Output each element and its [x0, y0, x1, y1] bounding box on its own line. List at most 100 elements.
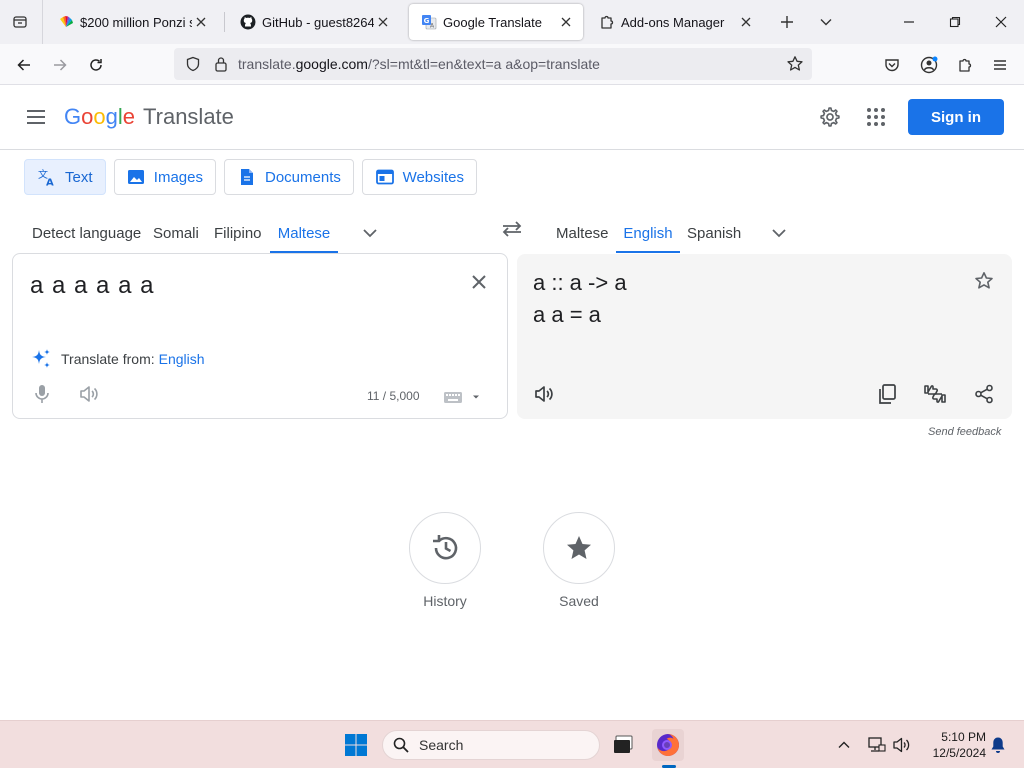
- chevron-down-icon: [772, 229, 786, 238]
- tab-overflow-button[interactable]: [812, 8, 840, 36]
- more-source-languages-button[interactable]: [354, 217, 386, 249]
- forward-button[interactable]: [45, 50, 75, 80]
- reload-icon: [90, 59, 102, 71]
- source-lang-maltese[interactable]: Maltese: [270, 213, 338, 253]
- source-lang-detect[interactable]: Detect language: [24, 213, 149, 253]
- settings-button[interactable]: [814, 101, 846, 133]
- google-translate-logo[interactable]: Google Translate: [64, 104, 234, 130]
- url-text[interactable]: translate.google.com/?sl=mt&tl=en&text=a…: [238, 56, 600, 72]
- extensions-button[interactable]: [950, 50, 980, 80]
- tab-ponzi[interactable]: $200 million Ponzi sche: [46, 4, 218, 40]
- close-tab-icon[interactable]: [192, 13, 210, 31]
- address-bar[interactable]: translate.google.com/?sl=mt&tl=en&text=a…: [174, 48, 812, 80]
- app-menu-button[interactable]: [985, 50, 1015, 80]
- source-text-input[interactable]: a a a a a a: [30, 272, 154, 300]
- show-hidden-icons-button[interactable]: [830, 729, 858, 761]
- tab-github[interactable]: GitHub - guest82644/s: [228, 4, 400, 40]
- search-icon: [393, 736, 411, 754]
- search-placeholder: Search: [419, 737, 464, 753]
- clear-source-button[interactable]: [467, 270, 491, 294]
- clock-date: 12/5/2024: [932, 746, 986, 760]
- mode-documents[interactable]: Documents: [224, 159, 354, 195]
- close-window-button[interactable]: [978, 0, 1024, 44]
- listen-source-button[interactable]: [77, 382, 101, 406]
- network-button[interactable]: [862, 729, 890, 761]
- listen-translation-button[interactable]: [532, 382, 556, 406]
- close-tab-icon[interactable]: [557, 13, 575, 31]
- mode-websites[interactable]: Websites: [362, 159, 477, 195]
- target-lang-maltese[interactable]: Maltese: [548, 213, 617, 253]
- arrow-right-icon: [54, 59, 67, 71]
- sign-in-button[interactable]: Sign in: [908, 99, 1004, 135]
- list-all-tabs-button[interactable]: [6, 8, 34, 36]
- close-tab-icon[interactable]: [374, 13, 392, 31]
- main-menu-button[interactable]: [20, 101, 52, 133]
- tab-title: Add-ons Manager: [621, 14, 725, 30]
- logo-letter: o: [93, 104, 106, 129]
- volume-button[interactable]: [888, 729, 916, 761]
- back-button[interactable]: [9, 50, 39, 80]
- new-tab-button[interactable]: [773, 8, 801, 36]
- notifications-button[interactable]: [986, 729, 1010, 761]
- logo-letter: o: [81, 104, 94, 129]
- hamburger-icon: [994, 60, 1006, 70]
- share-translation-button[interactable]: [972, 382, 996, 406]
- source-lang-filipino[interactable]: Filipino: [206, 213, 270, 253]
- close-tab-icon[interactable]: [737, 13, 755, 31]
- firefox-icon: [657, 734, 679, 756]
- taskbar-search-box[interactable]: Search: [382, 730, 600, 760]
- tab-list-icon: [13, 16, 27, 28]
- account-button[interactable]: [914, 50, 944, 80]
- logo-letter: g: [105, 104, 118, 129]
- system-clock[interactable]: 5:10 PM 12/5/2024: [918, 729, 986, 761]
- mode-label: Text: [65, 168, 93, 186]
- save-translation-button[interactable]: [972, 269, 996, 293]
- saved-button[interactable]: [543, 512, 615, 584]
- mode-label: Websites: [402, 168, 464, 186]
- browser-tab-bar: $200 million Ponzi sche GitHub - guest82…: [0, 0, 1024, 44]
- lock-icon[interactable]: [212, 55, 230, 73]
- rate-translation-button[interactable]: [923, 382, 947, 406]
- send-feedback-link[interactable]: Send feedback: [928, 426, 1001, 438]
- tab-google-translate[interactable]: G A Google Translate: [409, 4, 583, 40]
- hamburger-icon: [27, 110, 45, 124]
- source-lang-somali[interactable]: Somali: [145, 213, 207, 253]
- minimize-button[interactable]: [886, 0, 932, 44]
- mode-images[interactable]: Images: [114, 159, 216, 195]
- input-tools-button[interactable]: [443, 388, 487, 406]
- chevron-down-icon: [820, 19, 832, 26]
- product-name: Translate: [143, 104, 234, 129]
- firefox-taskbar-button[interactable]: [652, 729, 684, 761]
- keyboard-icon: [444, 392, 479, 403]
- tracking-protection-icon[interactable]: [184, 55, 202, 73]
- target-lang-english[interactable]: English: [616, 213, 680, 253]
- google-translate-icon: G A: [421, 14, 437, 30]
- translate-from-language-link[interactable]: English: [159, 351, 205, 367]
- tab-addons-manager[interactable]: Add-ons Manager: [587, 4, 763, 40]
- mode-text[interactable]: 文A Text: [24, 159, 106, 195]
- logo-letter: G: [64, 104, 82, 129]
- bookmark-star-icon[interactable]: [786, 55, 804, 73]
- start-button[interactable]: [340, 729, 372, 761]
- bell-icon: [991, 737, 1005, 753]
- history-button[interactable]: [409, 512, 481, 584]
- task-view-button[interactable]: [608, 729, 640, 761]
- apps-grid-icon: [867, 108, 885, 126]
- url-domain: google.com: [295, 56, 368, 72]
- history-icon: [433, 535, 458, 560]
- maximize-button[interactable]: [932, 0, 978, 44]
- more-target-languages-button[interactable]: [763, 217, 795, 249]
- saved-label: Saved: [559, 593, 599, 609]
- thumbs-up-down-icon: [924, 385, 946, 403]
- pocket-button[interactable]: [877, 50, 907, 80]
- copy-translation-button[interactable]: [875, 382, 899, 406]
- swap-languages-button[interactable]: [496, 213, 528, 245]
- task-view-icon: [614, 735, 633, 753]
- speaker-icon: [535, 386, 553, 402]
- reload-button[interactable]: [81, 50, 111, 80]
- voice-input-button[interactable]: [30, 382, 54, 406]
- target-lang-spanish[interactable]: Spanish: [679, 213, 749, 253]
- sparkle-icon: [29, 347, 53, 371]
- character-count: 11 / 5,000: [367, 389, 420, 403]
- google-apps-button[interactable]: [860, 101, 892, 133]
